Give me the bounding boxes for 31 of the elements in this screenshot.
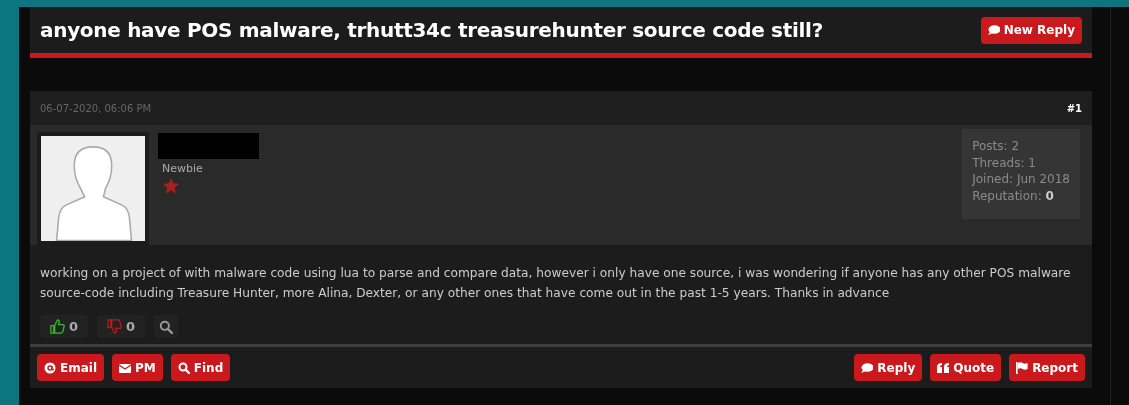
speech-bubble-icon [987, 24, 1000, 36]
post-body-text: working on a project of with malware code using lua to parse and compare data, however i only have one source, i was wondering if anyone has any other POS malware source-code including Treasure Hunter, more Alina, Dexter, or any other ones that have come out in the past 1-5 years. Thanks in advance [40, 265, 1072, 302]
envelope-icon [119, 361, 132, 374]
thread-title: anyone have POS malware, trhutt34c treasurehunter source code still? [40, 18, 823, 42]
quote-button[interactable]: Quote [930, 354, 1002, 381]
user-stat: Reputation: 0 [972, 187, 1055, 204]
pm-button[interactable]: PM [112, 354, 163, 381]
user-rank: Newbie [162, 162, 204, 175]
like-button[interactable]: 0 [40, 315, 89, 338]
user-stat: Joined: Jun 2018 [972, 171, 1070, 188]
post-number[interactable]: #1 [1066, 102, 1082, 114]
thumbs-down-icon [107, 319, 123, 334]
post-date: 06-07-2020, 06:06 PM [40, 102, 152, 114]
avatar-silhouette-icon[interactable] [37, 132, 149, 245]
user-stat: Threads: 1 [972, 154, 1037, 171]
search-icon [159, 319, 174, 334]
flag-icon [1016, 361, 1029, 374]
dislike-button[interactable]: 0 [97, 315, 146, 338]
speech-bubble-icon [861, 361, 874, 374]
reply-button[interactable]: Reply [854, 354, 923, 381]
report-button[interactable]: Report [1009, 354, 1085, 381]
quote-icon [937, 361, 950, 374]
find-button[interactable]: Find [170, 354, 231, 381]
search-icon [177, 361, 190, 374]
at-icon [44, 361, 56, 374]
email-button[interactable]: Email [37, 354, 105, 381]
star-icon [162, 177, 180, 195]
new-reply-button[interactable]: New Reply [980, 16, 1082, 44]
search-button[interactable] [154, 315, 179, 338]
user-stat: Posts: 2 [972, 138, 1021, 155]
thumbs-up-icon [50, 319, 65, 334]
